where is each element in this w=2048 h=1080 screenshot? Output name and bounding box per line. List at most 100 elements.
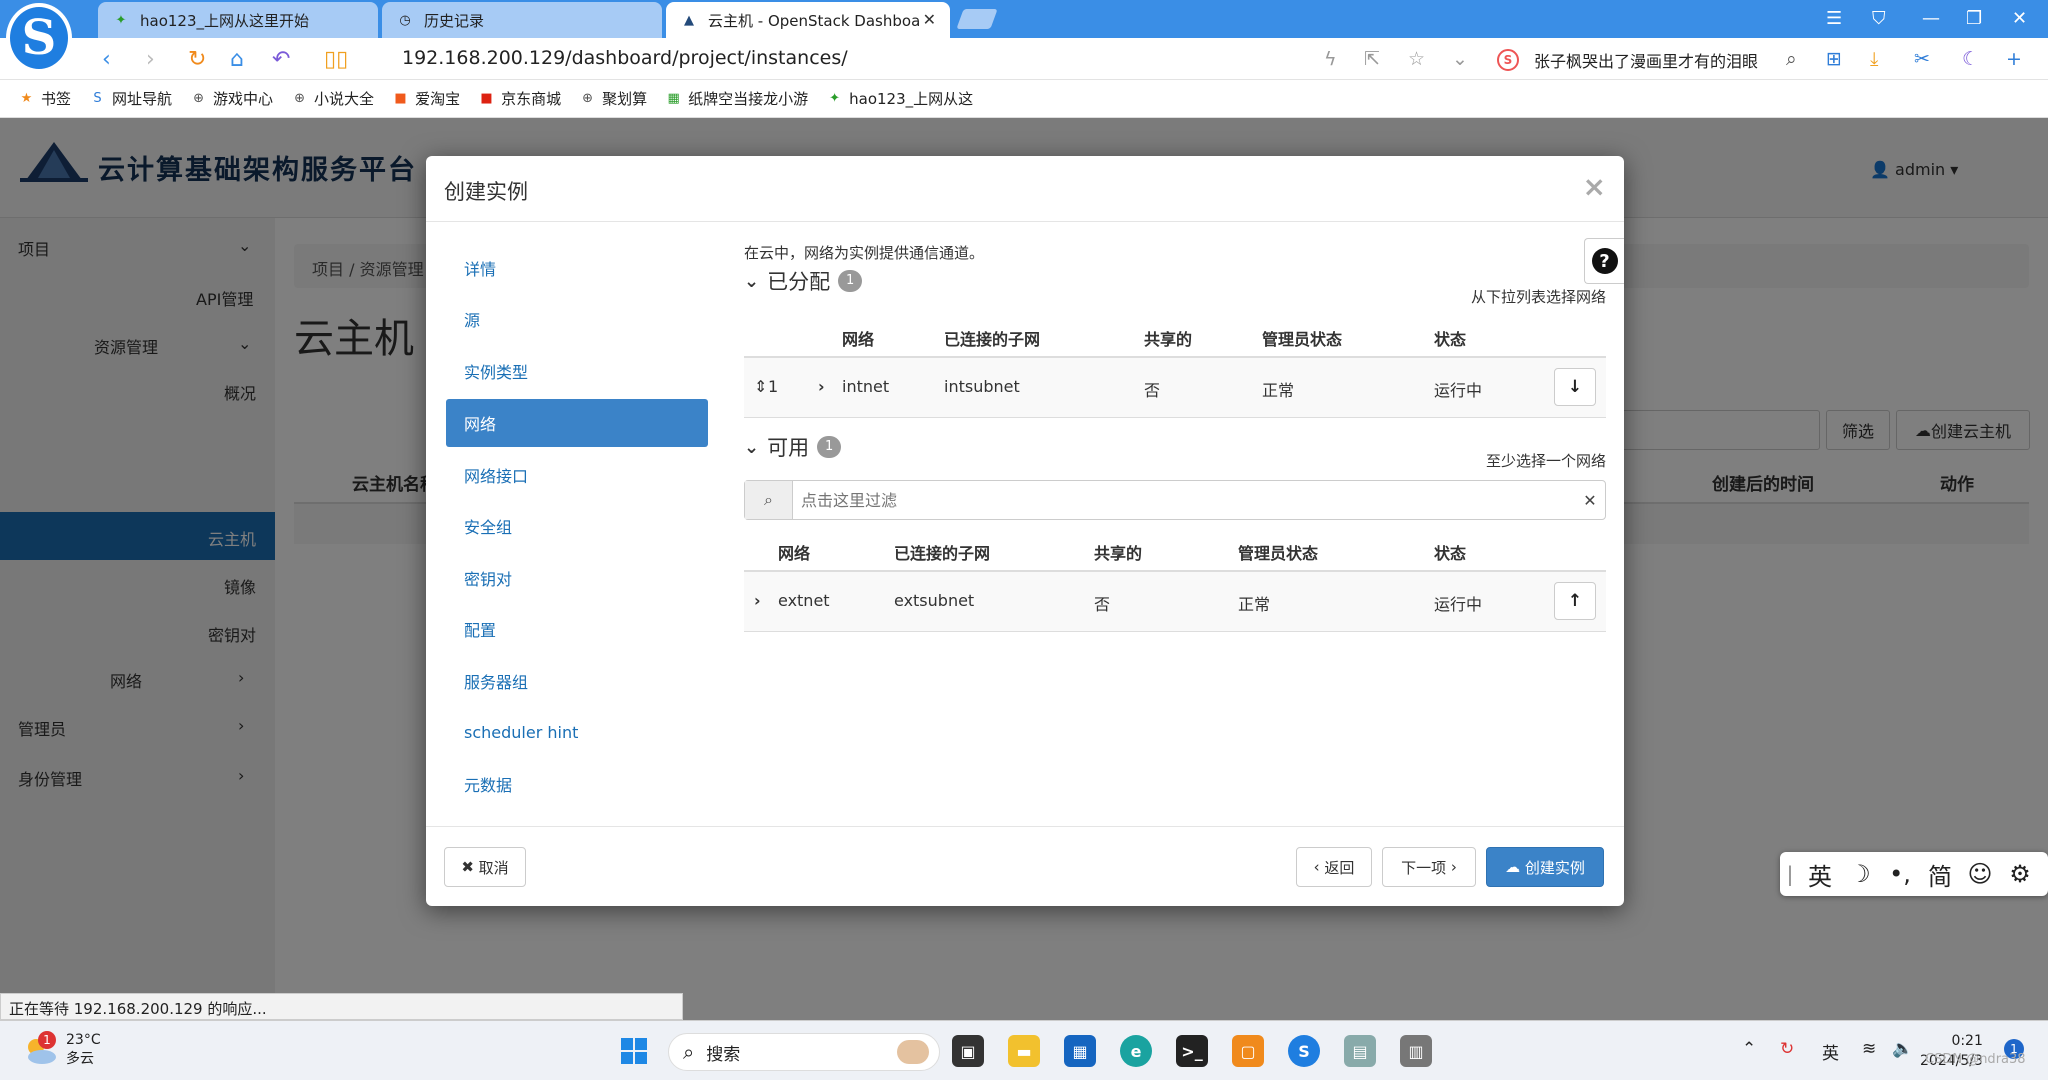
bookmark-item[interactable]: ★ 书签 bbox=[18, 88, 71, 109]
edge-icon[interactable]: e bbox=[1120, 1035, 1152, 1067]
tab-history[interactable]: ◷ 历史记录 bbox=[382, 2, 662, 38]
weather-widget[interactable]: 1 23°C 多云 bbox=[22, 1031, 101, 1069]
close-window-icon[interactable]: ✕ bbox=[2012, 8, 2027, 29]
table-row[interactable]: ⇕ 1 › intnet intsubnet 否 正常 运行中 ↓ bbox=[744, 358, 1606, 418]
bookmark-item[interactable]: ■ 爱淘宝 bbox=[392, 88, 460, 109]
tab-openstack[interactable]: ▲ 云主机 - OpenStack Dashboa ✕ bbox=[666, 2, 950, 38]
question-icon: ? bbox=[1591, 248, 1618, 274]
bookmark-item[interactable]: ■ 京东商城 bbox=[478, 88, 561, 109]
home-icon[interactable]: ⌂ bbox=[230, 47, 244, 72]
help-button[interactable]: ? bbox=[1584, 238, 1624, 284]
step-security-groups[interactable]: 安全组 bbox=[446, 500, 708, 552]
search-icon[interactable]: ⌕ bbox=[1786, 48, 1797, 70]
tray-language[interactable]: 英 bbox=[1822, 1039, 1839, 1064]
cell-admin-state: 正常 bbox=[1238, 595, 1271, 614]
back-button[interactable]: ‹ 返回 bbox=[1296, 847, 1372, 887]
menu-icon[interactable]: ☰ bbox=[1826, 8, 1842, 29]
step-details[interactable]: 详情 bbox=[446, 242, 708, 294]
task-view-icon[interactable]: ▣ bbox=[952, 1035, 984, 1067]
cancel-button[interactable]: ✖ 取消 bbox=[444, 847, 526, 887]
search-highlight-icon bbox=[897, 1040, 929, 1064]
settings-icon[interactable]: ⚙ bbox=[2000, 860, 2040, 888]
bookmark-item[interactable]: S 网址导航 bbox=[89, 88, 172, 109]
clear-icon[interactable]: ✕ bbox=[1575, 481, 1605, 519]
punctuation-icon[interactable]: •, bbox=[1880, 860, 1920, 888]
openstack-icon: ▲ bbox=[684, 12, 694, 28]
ime-script-toggle[interactable]: 简 bbox=[1920, 857, 1960, 892]
bookmark-item[interactable]: ⊕ 小说大全 bbox=[291, 88, 374, 109]
undo-icon[interactable]: ↶ bbox=[272, 47, 290, 72]
remote-desktop-icon[interactable]: ▤ bbox=[1344, 1035, 1376, 1067]
cell-network: intnet bbox=[842, 377, 890, 396]
emoji-icon[interactable]: ☺ bbox=[1960, 860, 2000, 888]
reload-icon[interactable]: ↻ bbox=[188, 47, 206, 72]
download-icon[interactable]: ⤓ bbox=[1870, 48, 1878, 70]
table-header: 网络 已连接的子网 共享的 管理员状态 状态 bbox=[744, 314, 1606, 358]
step-configuration[interactable]: 配置 bbox=[446, 604, 708, 656]
taskbar: 1 23°C 多云 ⌕ 搜索 ▣ ▬ ▦ e >_ ▢ S ▤ ▥ ⌃ ↻ 英 ≋ … bbox=[0, 1020, 2048, 1080]
bookmark-item[interactable]: ✦ hao123_上网从这 bbox=[826, 88, 973, 109]
forward-icon[interactable]: › bbox=[146, 47, 155, 72]
allocate-button[interactable]: ↑ bbox=[1554, 582, 1596, 620]
bookmark-item[interactable]: ⊕ 聚划算 bbox=[579, 88, 647, 109]
deallocate-button[interactable]: ↓ bbox=[1554, 368, 1596, 406]
allocated-section-toggle[interactable]: ⌄ 已分配 1 bbox=[744, 266, 863, 296]
bookmark-item[interactable]: ⊕ 游戏中心 bbox=[190, 88, 273, 109]
drag-handle-icon[interactable]: | bbox=[1780, 862, 1800, 886]
share-icon[interactable]: ⇱ bbox=[1364, 48, 1380, 70]
start-icon[interactable] bbox=[618, 1035, 650, 1067]
step-flavor[interactable]: 实例类型 bbox=[446, 345, 708, 397]
step-scheduler-hints[interactable]: scheduler hint bbox=[446, 707, 708, 759]
star-icon[interactable]: ☆ bbox=[1408, 48, 1425, 70]
close-icon[interactable]: × bbox=[1583, 170, 1606, 203]
sogou-browser-icon[interactable]: S bbox=[1288, 1035, 1320, 1067]
browser-status-bar: 正在等待 192.168.200.129 的响应... bbox=[0, 993, 683, 1020]
chevron-up-icon[interactable]: ⌃ bbox=[1742, 1039, 1756, 1059]
store-icon[interactable]: ▦ bbox=[1064, 1035, 1096, 1067]
ime-language-toggle[interactable]: 英 bbox=[1800, 857, 1840, 892]
add-icon[interactable]: + bbox=[2006, 48, 2022, 70]
browser-logo-icon[interactable]: S bbox=[6, 3, 72, 73]
vmware-icon[interactable]: ▢ bbox=[1232, 1035, 1264, 1067]
terminal-icon[interactable]: >_ bbox=[1176, 1035, 1208, 1067]
step-server-groups[interactable]: 服务器组 bbox=[446, 655, 708, 707]
restore-icon[interactable]: ❐ bbox=[1966, 8, 1982, 29]
bookmark-item[interactable]: ▦ 纸牌空当接龙小游 bbox=[665, 88, 808, 109]
scissors-icon[interactable]: ✂ bbox=[1914, 48, 1930, 70]
step-networks[interactable]: 网络 bbox=[446, 398, 708, 447]
available-filter-input[interactable] bbox=[793, 481, 1575, 519]
back-icon[interactable]: ‹ bbox=[102, 47, 111, 72]
tab-hao123[interactable]: ✦ hao123_上网从这里开始 bbox=[98, 2, 378, 38]
new-tab-button[interactable] bbox=[956, 9, 998, 29]
translate-icon[interactable]: ⊞ bbox=[1826, 48, 1842, 70]
table-row[interactable]: › extnet extsubnet 否 正常 运行中 ↑ bbox=[744, 572, 1606, 632]
chevron-right-icon[interactable]: › bbox=[754, 591, 761, 610]
launch-instance-button[interactable]: ☁ 创建实例 bbox=[1486, 847, 1604, 887]
moon-icon[interactable]: ☽ bbox=[1840, 860, 1880, 888]
taskbar-search[interactable]: ⌕ 搜索 bbox=[668, 1033, 940, 1071]
step-metadata[interactable]: 元数据 bbox=[446, 758, 708, 810]
sort-icon[interactable]: ⇕ bbox=[754, 377, 767, 396]
file-explorer-icon[interactable]: ▬ bbox=[1008, 1035, 1040, 1067]
volume-icon[interactable]: 🔈 bbox=[1892, 1039, 1913, 1059]
chevron-right-icon[interactable]: › bbox=[818, 377, 825, 396]
news-headline[interactable]: 张子枫哭出了漫画里才有的泪眼 bbox=[1534, 48, 1758, 72]
app-window-icon[interactable]: ▥ bbox=[1400, 1035, 1432, 1067]
wifi-icon[interactable]: ≋ bbox=[1862, 1039, 1876, 1059]
night-mode-icon[interactable]: ☾ bbox=[1962, 48, 1979, 70]
available-section-toggle[interactable]: ⌄ 可用 1 bbox=[744, 432, 842, 462]
step-network-ports[interactable]: 网络接口 bbox=[446, 449, 708, 501]
reader-icon[interactable]: ▯▯ bbox=[324, 47, 348, 72]
lightning-icon[interactable]: ϟ bbox=[1324, 48, 1337, 70]
watermark: CSDN @ndra38 bbox=[1925, 1052, 2026, 1067]
ime-toolbar: | 英 ☽ •, 简 ☺ ⚙ bbox=[1780, 852, 2048, 896]
step-keypair[interactable]: 密钥对 bbox=[446, 552, 708, 604]
url-input[interactable]: 192.168.200.129/dashboard/project/instan… bbox=[402, 47, 848, 69]
minimize-icon[interactable]: — bbox=[1922, 8, 1940, 29]
step-source[interactable]: 源 bbox=[446, 294, 708, 346]
skin-icon[interactable]: ⛉ bbox=[1872, 8, 1886, 29]
close-icon[interactable]: ✕ bbox=[923, 10, 936, 29]
sync-icon[interactable]: ↻ bbox=[1780, 1039, 1794, 1059]
next-button[interactable]: 下一项 › bbox=[1382, 847, 1476, 887]
chevron-down-icon[interactable]: ⌄ bbox=[1452, 48, 1468, 70]
